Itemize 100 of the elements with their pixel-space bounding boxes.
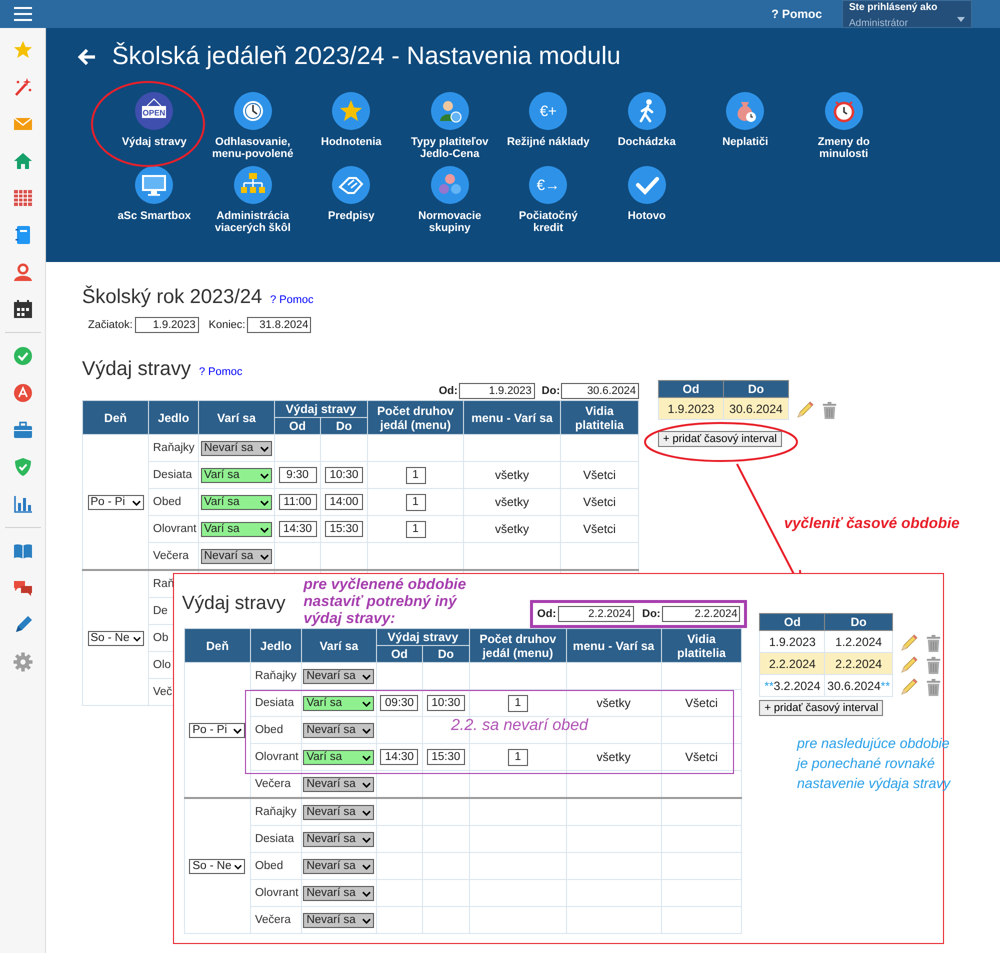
date-field[interactable]: 1.9.2023 xyxy=(458,383,535,399)
count-field[interactable]: 1 xyxy=(508,694,528,712)
caret-icon xyxy=(362,728,372,734)
count-field[interactable]: 1 xyxy=(406,466,426,484)
caret-icon xyxy=(260,554,269,560)
cooking-select[interactable]: Nevarí sa xyxy=(303,777,374,792)
module-button[interactable]: Hotovo xyxy=(598,166,696,234)
count-field[interactable]: 1 xyxy=(406,494,426,510)
time-field[interactable]: 09:30 xyxy=(380,695,418,711)
cooking-select[interactable]: Nevarí sa xyxy=(201,549,272,564)
caret-icon xyxy=(234,864,242,870)
module-button[interactable]: aSc Smartbox xyxy=(105,166,204,234)
table-cell: Olovrant xyxy=(250,880,302,906)
column-header: Do xyxy=(320,418,368,434)
count-field[interactable]: 1 xyxy=(406,520,426,538)
period-row[interactable]: 1.9.2023 30.6.2024 xyxy=(658,398,788,420)
help-link[interactable]: ? Pomoc xyxy=(771,7,822,21)
grid-icon[interactable] xyxy=(12,188,32,208)
cooking-select[interactable]: Nevarí sa xyxy=(303,886,374,901)
person-icon[interactable] xyxy=(12,262,32,282)
cooking-select[interactable]: Varí sa xyxy=(303,750,374,765)
time-field[interactable]: 10:30 xyxy=(325,467,363,483)
time-field[interactable]: 9:30 xyxy=(278,467,316,483)
back-arrow-icon[interactable] xyxy=(78,48,96,66)
chart-icon[interactable] xyxy=(12,494,32,514)
section-title: Školský rok 2023/24 xyxy=(82,286,262,309)
time-field[interactable]: 14:00 xyxy=(325,494,363,510)
briefcase-icon[interactable] xyxy=(12,420,32,440)
calendar-icon[interactable] xyxy=(12,299,32,319)
caret-icon xyxy=(362,864,372,870)
add-interval-button[interactable]: + pridať časový interval xyxy=(658,431,782,447)
module-button[interactable]: Dochádzka xyxy=(598,92,696,160)
module-button[interactable]: €+ Režijné náklady xyxy=(499,92,598,160)
module-button[interactable]: Neplatiči xyxy=(696,92,794,160)
column-header: Vidia platitelia xyxy=(661,628,742,662)
time-field[interactable]: 14:30 xyxy=(278,521,316,537)
trash-icon[interactable] xyxy=(924,678,943,696)
time-field[interactable]: 15:30 xyxy=(426,749,465,765)
cooking-select[interactable]: Varí sa xyxy=(201,468,272,483)
check-icon[interactable] xyxy=(12,346,32,366)
chat-icon[interactable] xyxy=(12,578,32,598)
wand-icon[interactable] xyxy=(12,77,32,97)
date-field[interactable]: 1.9.2023 xyxy=(134,317,199,333)
caret-icon xyxy=(362,754,372,760)
cooking-select[interactable]: Varí sa xyxy=(201,495,272,510)
column-header: Od xyxy=(274,418,320,434)
cooking-select[interactable]: Nevarí sa xyxy=(303,669,374,684)
module-button[interactable]: Normovacie skupiny xyxy=(400,166,499,234)
module-button[interactable]: Typy platiteľov Jedlo-Cena xyxy=(400,92,499,160)
cooking-select[interactable]: Nevarí sa xyxy=(303,859,374,874)
column-header: Do xyxy=(724,380,788,398)
trash-icon[interactable] xyxy=(924,656,943,674)
help-link[interactable]: ? Pomoc xyxy=(270,294,314,306)
pencil-icon[interactable] xyxy=(795,400,814,420)
period-row[interactable]: **3.2.2024 30.6.2024** xyxy=(760,674,892,696)
table-cell: všetky xyxy=(464,488,560,516)
cooking-select[interactable]: Nevarí sa xyxy=(303,913,374,928)
date-field[interactable]: 31.8.2024 xyxy=(247,317,312,333)
cooking-select[interactable]: Nevarí sa xyxy=(303,723,374,738)
pencil-icon[interactable] xyxy=(899,634,918,652)
caret-icon xyxy=(362,810,372,816)
module-button[interactable]: Administrácia viacerých škôl xyxy=(204,166,302,234)
pencil-icon[interactable] xyxy=(899,656,918,674)
cooking-select[interactable]: Nevarí sa xyxy=(201,441,272,456)
time-field[interactable]: 15:30 xyxy=(325,521,363,537)
module-button[interactable]: Zmeny do minulosti xyxy=(794,92,893,160)
home-icon[interactable] xyxy=(12,151,32,171)
star-icon[interactable] xyxy=(12,40,32,60)
time-field[interactable]: 11:00 xyxy=(278,494,316,510)
period-row[interactable]: 1.9.2023 1.2.2024 xyxy=(760,630,892,652)
add-interval-button[interactable]: + pridať časový interval xyxy=(759,700,884,716)
cooking-select[interactable]: Nevarí sa xyxy=(303,832,374,847)
time-field[interactable]: 10:30 xyxy=(426,695,465,711)
period-row[interactable]: 2.2.2024 2.2.2024 xyxy=(760,652,892,674)
gear-icon[interactable] xyxy=(12,652,32,672)
cooking-select[interactable]: Nevarí sa xyxy=(303,805,374,820)
trash-icon[interactable] xyxy=(924,634,943,652)
table-cell: všetky xyxy=(464,516,560,542)
module-button[interactable]: Odhlasovanie, menu-povolené xyxy=(204,92,302,160)
day-select[interactable]: So - Ne xyxy=(189,859,246,874)
date-field[interactable]: 2.2.2024 xyxy=(558,606,634,622)
count-field[interactable]: 1 xyxy=(508,748,528,766)
module-button[interactable]: Hodnotenia xyxy=(302,92,400,160)
day-select[interactable]: So - Ne xyxy=(88,631,144,646)
pencil-icon[interactable] xyxy=(899,678,918,696)
module-button[interactable]: €→ Počiatočný kredit xyxy=(499,166,598,234)
day-select[interactable]: Po - Pi xyxy=(88,495,144,510)
time-field[interactable]: 14:30 xyxy=(380,749,418,765)
trash-icon[interactable] xyxy=(820,400,839,420)
cooking-select[interactable]: Varí sa xyxy=(303,696,374,711)
user-dropdown[interactable]: Ste prihlásený ako Administrátor xyxy=(842,0,972,28)
date-field[interactable]: 2.2.2024 xyxy=(662,606,740,622)
help-link[interactable]: ? Pomoc xyxy=(198,366,242,378)
cooking-select[interactable]: Varí sa xyxy=(201,522,272,537)
shield-icon[interactable] xyxy=(12,457,32,477)
day-select[interactable]: Po - Pi xyxy=(189,723,246,738)
date-field[interactable]: 30.6.2024 xyxy=(561,383,639,399)
module-button[interactable]: Predpisy xyxy=(302,166,400,234)
award-icon[interactable] xyxy=(12,383,32,403)
notebook-icon[interactable] xyxy=(12,225,32,245)
